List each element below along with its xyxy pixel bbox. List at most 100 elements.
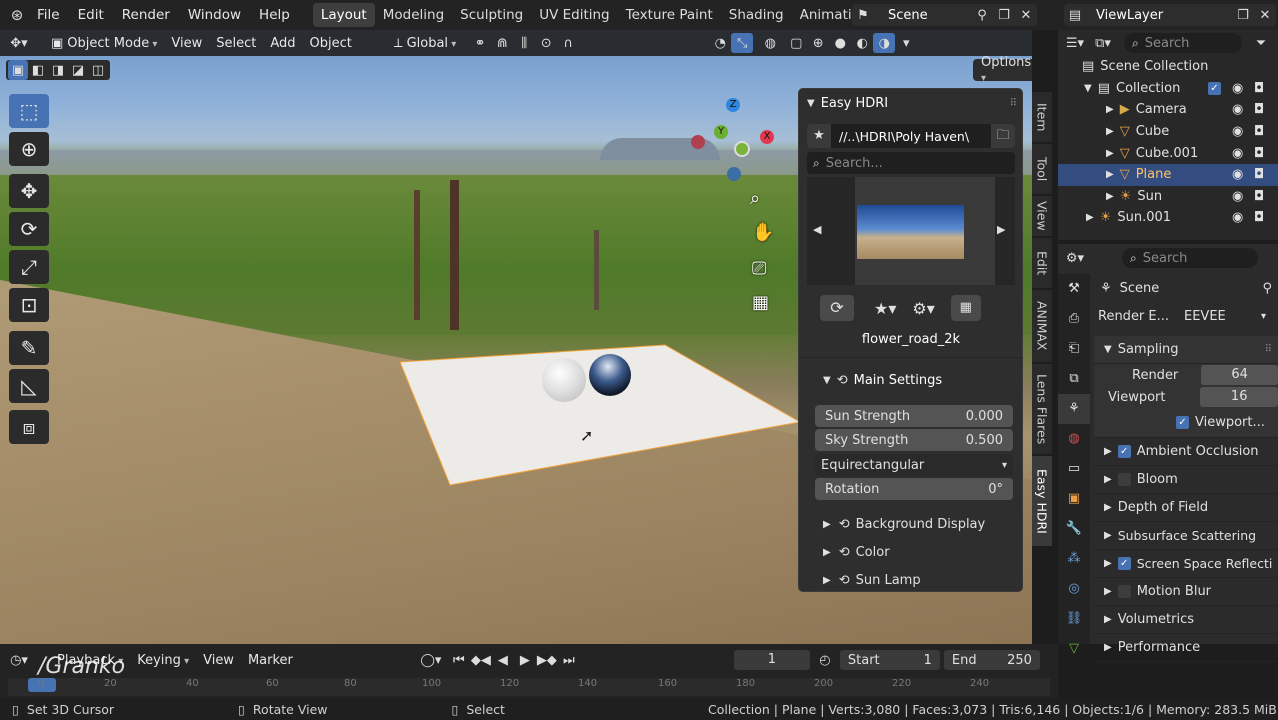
preview-range-icon[interactable]: ◴ bbox=[814, 650, 836, 670]
menu-help[interactable]: Help bbox=[250, 7, 299, 23]
scale-tool-icon[interactable]: ⤢ bbox=[9, 250, 49, 284]
main-settings-header[interactable]: ▼ ⟲ Main Settings bbox=[823, 373, 942, 388]
wireframe-shading-icon[interactable]: ⊕ bbox=[807, 33, 829, 53]
menu-file[interactable]: File bbox=[28, 7, 69, 23]
menu-add[interactable]: Add bbox=[263, 34, 302, 53]
menu-select[interactable]: Select bbox=[209, 34, 263, 53]
object-mode-dropdown[interactable]: ▣ Object Mode bbox=[44, 34, 164, 53]
menu-object[interactable]: Object bbox=[303, 34, 359, 53]
current-frame-field[interactable]: 1 bbox=[733, 650, 810, 670]
tab-texture-paint[interactable]: Texture Paint bbox=[618, 3, 721, 27]
cursor-tool-icon[interactable]: ⊕ bbox=[9, 132, 49, 166]
sampling-panel-header[interactable]: ▼ Sampling ⠿ bbox=[1094, 336, 1278, 364]
particles-tab-icon[interactable]: ⁂ bbox=[1058, 544, 1090, 574]
outliner-item-sun[interactable]: ▶ ☀ Sun ◉ ◘ bbox=[1058, 186, 1278, 208]
gizmo-x[interactable]: X bbox=[760, 130, 774, 144]
annotate-tool-icon[interactable]: ✎ bbox=[9, 331, 49, 365]
tab-edit[interactable]: Edit bbox=[1032, 238, 1052, 288]
tool-tab-icon[interactable]: ⚒ bbox=[1058, 274, 1090, 304]
performance-panel[interactable]: ▶ Performance bbox=[1094, 634, 1278, 662]
outliner-item-sun-001[interactable]: ▶ ☀ Sun.001 ◉ ◘ bbox=[1058, 207, 1278, 229]
select-box-tool-icon[interactable]: ⬚ bbox=[9, 94, 49, 128]
pivot-icon[interactable]: ⚭ bbox=[469, 33, 491, 53]
jump-keyframe-forward-icon[interactable]: ▶◆ bbox=[536, 650, 558, 670]
jump-end-icon[interactable]: ⏭ bbox=[558, 650, 580, 670]
eye-icon[interactable]: ◉ bbox=[1232, 102, 1243, 117]
tab-animax[interactable]: ANIMAX bbox=[1032, 290, 1052, 362]
scene-tab-icon[interactable]: ⚘ bbox=[1058, 394, 1090, 424]
outliner-item-cube-001[interactable]: ▶ ▽ Cube.001 ◉ ◘ bbox=[1058, 142, 1278, 164]
start-frame-field[interactable]: Start 1 bbox=[839, 650, 940, 670]
menu-window[interactable]: Window bbox=[179, 7, 250, 23]
white-sphere[interactable] bbox=[542, 358, 586, 402]
background-display-section[interactable]: ▶ ⟲ Background Display bbox=[823, 517, 985, 532]
gizmo-neg-z[interactable] bbox=[727, 167, 741, 181]
exclude-checkbox[interactable]: ✓ bbox=[1208, 81, 1221, 95]
close-icon[interactable]: ✕ bbox=[1015, 5, 1037, 25]
rotation-field[interactable]: Rotation 0° bbox=[815, 478, 1013, 500]
favorites-dropdown-icon[interactable]: ★▾ bbox=[874, 299, 896, 318]
preview-tile[interactable] bbox=[855, 177, 995, 285]
overlay-icon[interactable]: ◍ bbox=[759, 33, 781, 53]
bloom-checkbox[interactable] bbox=[1117, 473, 1131, 486]
pan-hand-icon[interactable]: ✋ bbox=[752, 222, 774, 243]
refresh-icon[interactable]: ⟳ bbox=[820, 295, 854, 321]
view-layer-selector[interactable]: ▤ ViewLayer ❐ ✕ bbox=[1064, 4, 1276, 26]
menu-edit[interactable]: Edit bbox=[69, 7, 113, 23]
material-shading-icon[interactable]: ◐ bbox=[851, 33, 873, 53]
camera-render-icon[interactable]: ◘ bbox=[1254, 167, 1264, 182]
solid-shading-icon[interactable]: ● bbox=[829, 33, 851, 53]
new-scene-icon[interactable]: ❐ bbox=[993, 5, 1015, 25]
zoom-icon[interactable]: ⌕ bbox=[750, 188, 760, 209]
collection-tab-icon[interactable]: ▭ bbox=[1058, 454, 1090, 484]
previous-arrow-icon[interactable]: ◀ bbox=[813, 223, 821, 236]
pin-icon[interactable]: ⚲ bbox=[1262, 281, 1272, 296]
projection-dropdown[interactable]: Equirectangular ▾ bbox=[815, 454, 1013, 476]
timeline-track[interactable]: 0 20 40 60 80 100 120 140 160 180 200 22… bbox=[8, 678, 1050, 696]
snap-icon[interactable]: ⋒ bbox=[491, 33, 513, 53]
ambient-occlusion-checkbox[interactable]: ✓ bbox=[1117, 445, 1131, 458]
select-invert-icon[interactable]: ◪ bbox=[68, 60, 88, 80]
render-engine-dropdown[interactable]: EEVEE ▾ bbox=[1178, 306, 1272, 326]
menu-keying[interactable]: Keying bbox=[130, 651, 196, 670]
menu-render[interactable]: Render bbox=[113, 7, 179, 23]
menu-marker[interactable]: Marker bbox=[241, 651, 300, 670]
hdri-panel-header[interactable]: ▼ Easy HDRI ⠿ bbox=[807, 93, 1017, 113]
timeline-editor-icon[interactable]: ◷▾ bbox=[8, 650, 30, 670]
tab-view[interactable]: View bbox=[1032, 196, 1052, 236]
settings-gear-icon[interactable]: ⚙▾ bbox=[912, 299, 934, 318]
camera-render-icon[interactable]: ◘ bbox=[1254, 81, 1264, 96]
tab-lens-flares[interactable]: Lens Flares bbox=[1032, 364, 1052, 454]
eye-icon[interactable]: ◉ bbox=[1232, 146, 1243, 161]
volumetrics-panel[interactable]: ▶ Volumetrics bbox=[1094, 606, 1278, 634]
ortho-grid-icon[interactable]: ▦ bbox=[752, 292, 769, 313]
viewport-samples-field[interactable]: 16 bbox=[1200, 387, 1278, 407]
folder-icon[interactable]: 🗀 bbox=[991, 124, 1015, 148]
depth-of-field-panel[interactable]: ▶ Depth of Field bbox=[1094, 494, 1278, 522]
transform-tool-icon[interactable]: ⊡ bbox=[9, 288, 49, 322]
hdri-path[interactable]: //..\HDRI\Poly Haven\ bbox=[839, 129, 969, 144]
select-subtract-icon[interactable]: ◨ bbox=[48, 60, 68, 80]
properties-search-field[interactable]: ⌕ Search bbox=[1122, 248, 1258, 268]
tab-item[interactable]: Item bbox=[1032, 92, 1052, 142]
bloom-panel[interactable]: ▶ Bloom bbox=[1094, 466, 1278, 494]
jump-start-icon[interactable]: ⏮ bbox=[448, 650, 470, 670]
motion-blur-checkbox[interactable] bbox=[1117, 585, 1131, 598]
sky-strength-field[interactable]: Sky Strength 0.500 bbox=[815, 429, 1013, 451]
visibility-icon[interactable]: ◔ bbox=[709, 33, 731, 53]
auto-keying-icon[interactable]: ◯▾ bbox=[420, 650, 442, 670]
scene-collection-row[interactable]: ▤ Scene Collection bbox=[1058, 56, 1278, 78]
select-extend-icon[interactable]: ◧ bbox=[28, 60, 48, 80]
new-layer-icon[interactable]: ❐ bbox=[1232, 5, 1254, 25]
falloff-icon[interactable]: ∩ bbox=[557, 33, 579, 53]
eye-icon[interactable]: ◉ bbox=[1232, 210, 1243, 225]
menu-timeline-view[interactable]: View bbox=[196, 651, 241, 670]
object-tab-icon[interactable]: ▣ bbox=[1058, 484, 1090, 514]
modifier-tab-icon[interactable]: 🔧 bbox=[1058, 514, 1090, 544]
physics-tab-icon[interactable]: ◎ bbox=[1058, 574, 1090, 604]
sun-strength-field[interactable]: Sun Strength 0.000 bbox=[815, 405, 1013, 427]
reset-icon[interactable]: ⟲ bbox=[839, 573, 850, 588]
camera-render-icon[interactable]: ◘ bbox=[1254, 189, 1264, 204]
camera-render-icon[interactable]: ◘ bbox=[1254, 124, 1264, 139]
outliner-item-camera[interactable]: ▶ ▶ Camera ◉ ◘ bbox=[1058, 99, 1278, 121]
